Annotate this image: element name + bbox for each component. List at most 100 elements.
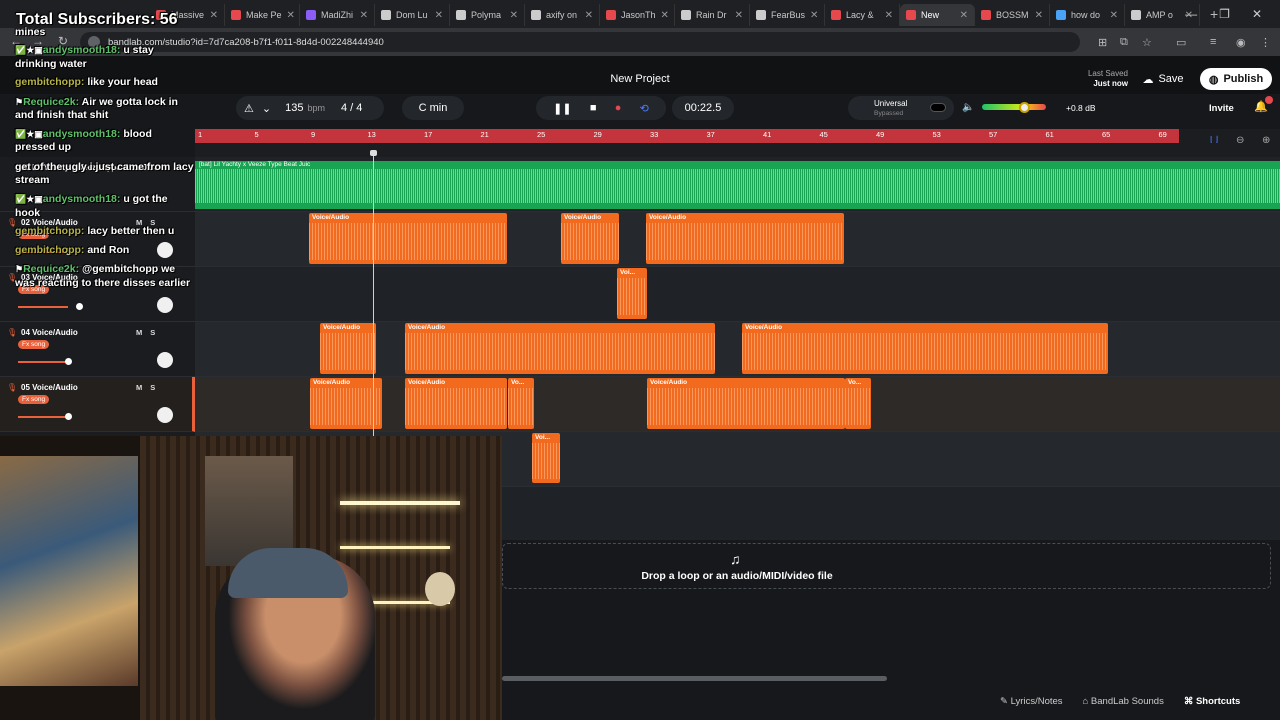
close-tab-icon[interactable]: ✕ (435, 10, 443, 21)
time-signature[interactable]: 4 / 4 (341, 102, 362, 114)
audio-clip[interactable]: Voi... (617, 268, 647, 319)
audio-clip[interactable]: Vo... (508, 378, 534, 429)
audio-clip[interactable]: Voice/Audio (561, 213, 619, 264)
url-field[interactable]: bandlab.com/studio?id=7d7ca208-b7f1-f011… (80, 32, 1080, 52)
track-header[interactable]: 🎙 04 Voice/Audio Fx song MS (0, 322, 195, 377)
globe-icon: ◍ (1208, 73, 1219, 86)
metronome-icon[interactable]: ⚠ (244, 102, 254, 115)
loop-icon[interactable]: ⟲ (640, 102, 649, 115)
fx-badge[interactable]: Fx song (18, 340, 50, 349)
close-tab-icon[interactable]: ✕ (960, 10, 968, 21)
master-preset[interactable]: Universal Bypassed (848, 96, 954, 120)
close-tab-icon[interactable]: ✕ (287, 10, 295, 21)
profile-icon[interactable]: ◉ (1236, 36, 1246, 49)
track-volume-slider[interactable] (18, 416, 68, 418)
mute-solo-buttons[interactable]: MS (136, 328, 163, 337)
track-volume-slider[interactable] (18, 361, 68, 363)
track-pan-knob[interactable] (157, 242, 173, 258)
audio-clip[interactable]: Vo... (845, 378, 871, 429)
close-tab-icon[interactable]: ✕ (1035, 10, 1043, 21)
browser-tab[interactable]: axify on ✕ (525, 4, 600, 26)
audio-clip[interactable]: Voice/Audio (405, 378, 507, 429)
close-window-icon[interactable]: ✕ (1252, 7, 1262, 21)
track-pan-knob[interactable] (157, 352, 173, 368)
key-selector[interactable]: C min (402, 96, 464, 120)
lyrics-notes-button[interactable]: ✎ Lyrics/Notes (1000, 696, 1063, 707)
browser-tab[interactable]: Dom Lu ✕ (375, 4, 450, 26)
audio-clip[interactable]: Voice/Audio (405, 323, 715, 374)
waveform (647, 388, 845, 425)
browser-tab[interactable]: how do ✕ (1050, 4, 1125, 26)
close-tab-icon[interactable]: ✕ (885, 10, 893, 21)
master-volume-slider[interactable] (1019, 102, 1030, 113)
audio-clip[interactable]: Voice/Audio (647, 378, 845, 429)
minimize-icon[interactable]: — (1185, 7, 1197, 21)
track-pan-knob[interactable] (157, 297, 173, 313)
browser-tab[interactable]: JasonTh ✕ (600, 4, 675, 26)
audio-clip[interactable]: Voi... (532, 433, 560, 483)
playhead[interactable] (373, 152, 374, 438)
audio-clip[interactable]: Voice/Audio (646, 213, 844, 264)
track-volume-knob[interactable] (76, 303, 83, 310)
browser-tab[interactable]: BOSSM ✕ (975, 4, 1050, 26)
audio-clip[interactable]: Voice/Audio (309, 213, 507, 264)
close-tab-icon[interactable]: ✕ (210, 10, 218, 21)
horizontal-scrollbar[interactable] (502, 676, 887, 681)
close-tab-icon[interactable]: ✕ (810, 10, 818, 21)
browser-tab[interactable]: Rain Dr ✕ (675, 4, 750, 26)
lane-03[interactable] (195, 267, 1280, 322)
drop-zone[interactable] (502, 543, 1271, 589)
maximize-icon[interactable]: ❐ (1219, 7, 1230, 21)
mute-solo-buttons[interactable]: MS (136, 383, 163, 392)
track-volume-knob[interactable] (65, 413, 72, 420)
track-pan-knob[interactable] (157, 407, 173, 423)
tab-favicon-icon (531, 10, 541, 20)
browser-tab[interactable]: MadiZhi ✕ (300, 4, 375, 26)
browser-tab[interactable]: Make Pe ✕ (225, 4, 300, 26)
bpm-value[interactable]: 135 (285, 102, 303, 114)
close-tab-icon[interactable]: ✕ (1110, 10, 1118, 21)
record-icon[interactable]: ● (615, 102, 622, 114)
track-header[interactable]: 🎙 03 Voice/Audio Fx song (0, 267, 195, 322)
tempo-control[interactable]: ⚠ ⌄ 135 bpm 4 / 4 (236, 96, 384, 120)
cast-icon[interactable]: ⧉ (1120, 36, 1128, 49)
preset-toggle[interactable] (930, 103, 946, 112)
playhead-handle[interactable] (370, 150, 377, 156)
close-tab-icon[interactable]: ✕ (360, 10, 368, 21)
publish-button[interactable]: ◍ Publish (1200, 68, 1272, 90)
bookmark-star-icon[interactable]: ☆ (1142, 36, 1152, 49)
stop-icon[interactable]: ■ (590, 102, 597, 114)
pause-icon[interactable]: ❚❚ (553, 102, 571, 115)
chat-line: was reacting to there disses earlier (15, 277, 191, 289)
kebab-menu-icon[interactable]: ⋮ (1260, 36, 1271, 49)
menu-lines-icon[interactable]: ≡ (1210, 36, 1216, 48)
audio-clip[interactable]: Voice/Audio (742, 323, 1108, 374)
browser-tab[interactable]: FearBus ✕ (750, 4, 825, 26)
invite-button[interactable]: Invite (1209, 103, 1234, 114)
browser-tab[interactable]: Lacy & ✕ (825, 4, 900, 26)
track-header[interactable]: 🎙 02 Voice/Audio Fx song MS (0, 212, 195, 267)
close-tab-icon[interactable]: ✕ (585, 10, 593, 21)
bandlab-sounds-button[interactable]: ⌂ BandLab Sounds (1083, 696, 1164, 707)
beat-audio-clip[interactable]: [bat] Lil Yachty x Veeze Type Beat Juic (195, 161, 1280, 209)
track-volume-knob[interactable] (65, 358, 72, 365)
audio-clip[interactable]: Voice/Audio (310, 378, 382, 429)
speaker-icon[interactable]: 🔈 (962, 102, 974, 113)
track-header-selected[interactable]: 🎙 05 Voice/Audio Fx song MS (0, 377, 195, 432)
chevron-down-icon[interactable]: ⌄ (262, 102, 271, 115)
sidebar-icon[interactable]: ▭ (1176, 36, 1186, 49)
close-tab-icon[interactable]: ✕ (735, 10, 743, 21)
audio-clip[interactable]: Voice/Audio (320, 323, 376, 374)
waveform (309, 223, 507, 260)
save-button[interactable]: ☁ Save (1133, 68, 1193, 90)
track-volume-slider[interactable] (18, 306, 68, 308)
waveform (195, 169, 1280, 203)
browser-tab-active[interactable]: New ✕ (900, 4, 975, 26)
close-tab-icon[interactable]: ✕ (661, 10, 669, 21)
timeline-ruler[interactable]: 1 5 9 13 17 21 25 29 33 37 41 45 49 53 57 61 65 69 (195, 129, 1179, 143)
browser-tab[interactable]: Polyma ✕ (450, 4, 525, 26)
close-tab-icon[interactable]: ✕ (510, 10, 518, 21)
extension-icon[interactable]: ⊞ (1098, 36, 1107, 49)
shortcuts-button[interactable]: ⌘ Shortcuts (1184, 696, 1240, 707)
fx-badge[interactable]: Fx song (18, 395, 50, 404)
